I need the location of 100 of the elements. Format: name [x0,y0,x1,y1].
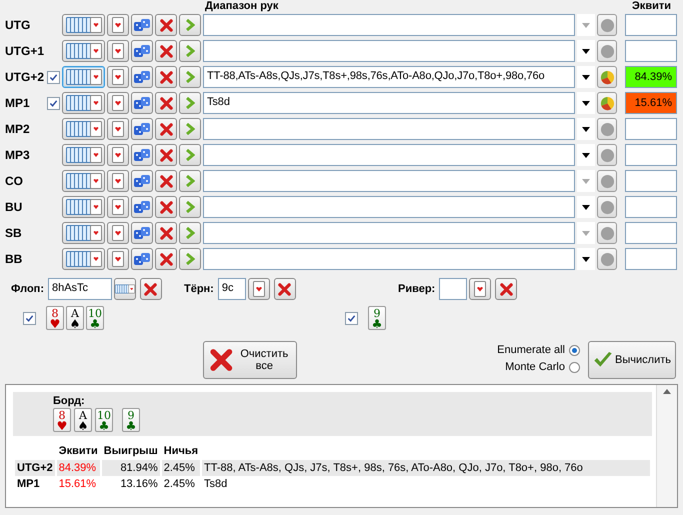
range-field[interactable] [203,40,575,62]
checkbox[interactable] [47,70,60,84]
caret-icon [582,178,590,184]
dropdown-toggle[interactable] [577,248,595,270]
random-button[interactable] [131,66,153,88]
range-grid-button[interactable] [62,66,105,88]
dropdown-toggle[interactable] [577,118,595,140]
random-button[interactable] [131,248,153,270]
clear-button[interactable] [155,92,177,114]
clear-button[interactable] [274,278,296,300]
random-button[interactable] [131,118,153,140]
calculate-button[interactable]: Вычислить [588,341,676,379]
checkbox[interactable] [23,312,36,324]
apply-button[interactable] [179,144,201,166]
range-field[interactable] [203,196,575,218]
random-button[interactable] [131,196,153,218]
result-button[interactable] [597,92,617,114]
card-button[interactable] [107,66,129,88]
range-grid-button[interactable] [62,14,105,36]
board-label: Борд: [53,395,86,407]
clear-all-button[interactable]: Очистить все [203,341,297,379]
card-button[interactable] [107,222,129,244]
random-button[interactable] [131,40,153,62]
board-field[interactable]: 9c [218,278,246,300]
apply-button[interactable] [179,196,201,218]
card-button[interactable] [107,170,129,192]
apply-button[interactable] [179,92,201,114]
dropdown-toggle[interactable] [577,170,595,192]
card-button[interactable] [107,248,129,270]
apply-button[interactable] [179,14,201,36]
range-grid-button[interactable] [62,222,105,244]
random-button[interactable] [131,222,153,244]
card-button[interactable] [114,278,136,300]
random-button[interactable] [131,144,153,166]
apply-button[interactable] [179,40,201,62]
clear-button[interactable] [155,248,177,270]
dice-icon [133,226,151,240]
range-grid-button[interactable] [62,144,105,166]
clear-button[interactable] [155,222,177,244]
apply-button[interactable] [179,118,201,140]
circle-icon [600,122,614,136]
range-field[interactable]: TT-88,ATs-A8s,QJs,J7s,T8s+,98s,76s,ATo-A8o,QJo,J7o,T8o+,98o,76o [203,66,575,88]
card-button[interactable] [469,278,492,300]
radio-button[interactable] [569,362,580,372]
range-grid-button[interactable] [62,40,105,62]
dropdown-toggle[interactable] [577,40,595,62]
range-field[interactable]: Ts8d [203,92,575,114]
apply-button[interactable] [179,170,201,192]
clear-button[interactable] [155,14,177,36]
range-field[interactable] [203,170,575,192]
random-button[interactable] [131,14,153,36]
clear-button[interactable] [140,278,162,300]
board-field[interactable] [439,278,468,300]
equity-field [625,248,677,270]
dropdown-toggle[interactable] [577,144,595,166]
range-grid-button[interactable] [62,170,105,192]
apply-button[interactable] [179,66,201,88]
dropdown-toggle[interactable] [577,196,595,218]
card-button[interactable] [107,196,129,218]
clear-button[interactable] [155,66,177,88]
card-button[interactable] [107,14,129,36]
clear-button[interactable] [155,170,177,192]
range-field[interactable] [203,222,575,244]
clear-button[interactable] [155,118,177,140]
random-button[interactable] [131,92,153,114]
range-field[interactable] [203,144,575,166]
close-icon [160,44,172,58]
card-button[interactable] [107,92,129,114]
checkbox[interactable] [344,312,358,324]
card-button[interactable] [107,40,129,62]
radio-button[interactable] [569,344,580,356]
range-grid-button[interactable] [62,118,105,140]
range-grid-button[interactable] [62,196,105,218]
range-field[interactable] [203,248,575,270]
clear-button[interactable] [495,278,518,300]
dropdown-toggle[interactable] [577,14,595,36]
card-fan-icon [66,17,102,33]
clear-button[interactable] [155,144,177,166]
equity-field [625,222,677,244]
dropdown-toggle[interactable] [577,222,595,244]
board-field[interactable]: 8hAsTc [48,278,112,300]
card-icon [112,121,124,137]
card-button[interactable] [107,144,129,166]
random-button[interactable] [131,170,153,192]
clear-button[interactable] [155,196,177,218]
dropdown-toggle[interactable] [577,66,595,88]
pie-chart-icon [600,70,614,84]
range-field[interactable] [203,118,575,140]
range-grid-button[interactable] [62,92,105,114]
clear-button[interactable] [155,40,177,62]
range-field[interactable] [203,14,575,36]
result-button[interactable] [597,66,617,88]
card-button[interactable] [107,118,129,140]
dropdown-toggle[interactable] [577,92,595,114]
scrollbar[interactable] [656,385,677,507]
apply-button[interactable] [179,222,201,244]
apply-button[interactable] [179,248,201,270]
range-grid-button[interactable] [62,248,105,270]
card-button[interactable] [248,278,270,300]
checkbox[interactable] [47,96,60,110]
